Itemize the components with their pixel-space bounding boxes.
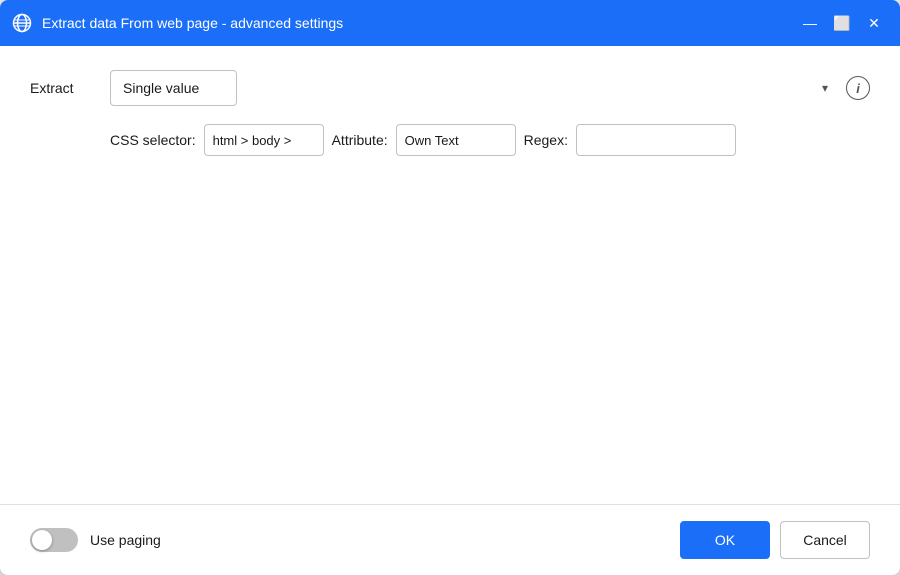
- window-controls: — ⬜ ✕: [796, 9, 888, 37]
- globe-icon: [12, 13, 32, 33]
- title-bar: Extract data From web page - advanced se…: [0, 0, 900, 46]
- minimize-button[interactable]: —: [796, 9, 824, 37]
- extract-select-inner: Single value List Table ▾: [110, 70, 838, 106]
- css-selector-input[interactable]: [204, 124, 324, 156]
- dialog-content: Extract Single value List Table ▾ i CSS …: [0, 46, 900, 504]
- close-button[interactable]: ✕: [860, 9, 888, 37]
- maximize-button[interactable]: ⬜: [828, 9, 856, 37]
- fields-row: CSS selector: Attribute: Regex:: [110, 124, 870, 156]
- attribute-input[interactable]: [396, 124, 516, 156]
- action-buttons: OK Cancel: [680, 521, 870, 559]
- regex-label: Regex:: [524, 132, 568, 148]
- use-paging-label: Use paging: [90, 532, 161, 548]
- toggle-knob: [32, 530, 52, 550]
- paging-row: Use paging: [30, 528, 161, 552]
- info-button[interactable]: i: [846, 76, 870, 100]
- regex-input[interactable]: [576, 124, 736, 156]
- css-selector-label: CSS selector:: [110, 132, 196, 148]
- attribute-label: Attribute:: [332, 132, 388, 148]
- use-paging-toggle[interactable]: [30, 528, 78, 552]
- extract-label: Extract: [30, 80, 110, 96]
- dialog-window: Extract data From web page - advanced se…: [0, 0, 900, 575]
- extract-row: Extract Single value List Table ▾ i: [30, 70, 870, 106]
- chevron-down-icon: ▾: [822, 81, 828, 95]
- cancel-button[interactable]: Cancel: [780, 521, 870, 559]
- content-spacer: [30, 156, 870, 480]
- extract-select-wrapper: Single value List Table ▾ i: [110, 70, 870, 106]
- ok-button[interactable]: OK: [680, 521, 770, 559]
- bottom-section: Use paging OK Cancel: [0, 504, 900, 575]
- extract-select[interactable]: Single value List Table: [110, 70, 237, 106]
- dialog-title: Extract data From web page - advanced se…: [42, 15, 796, 31]
